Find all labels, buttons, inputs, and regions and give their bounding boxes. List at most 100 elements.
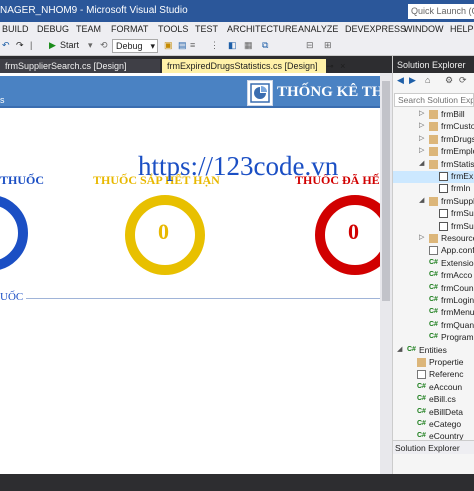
- expanded-arrow-icon[interactable]: ◢: [419, 196, 424, 204]
- tree-item[interactable]: frmSu: [393, 221, 474, 233]
- redo-icon[interactable]: ↷: [16, 40, 24, 51]
- scrollbar-thumb[interactable]: [382, 81, 390, 301]
- tree-item-label: frmSu: [451, 208, 474, 219]
- menu-window[interactable]: WINDOW: [404, 24, 444, 34]
- menu-devexpress[interactable]: DEVEXPRESS: [345, 24, 406, 34]
- layout-icon[interactable]: ◧: [228, 40, 237, 51]
- stat-label-total: THUỐC: [0, 173, 45, 187]
- tree-item[interactable]: ▷ Resource: [393, 233, 474, 245]
- cs-icon: C#: [417, 420, 426, 427]
- tree-item[interactable]: ◢ frmSuppl: [393, 196, 474, 208]
- forward-icon[interactable]: ▶: [409, 75, 416, 86]
- tree-item[interactable]: ◢ frmStatis: [393, 159, 474, 171]
- undo-icon[interactable]: ↶: [2, 40, 10, 51]
- cs-icon: C#: [429, 283, 438, 291]
- tree-item[interactable]: ▷ frmEmplo: [393, 146, 474, 158]
- header-panel[interactable]: s THỐNG KÊ THU: [0, 76, 392, 108]
- menu-help[interactable]: HELP: [450, 24, 474, 34]
- tree-item[interactable]: frmSu: [393, 208, 474, 220]
- tree-item[interactable]: C#Extension: [393, 258, 474, 270]
- tree-item-label: Referenc: [429, 369, 464, 380]
- tab-supplier-search[interactable]: frmSupplierSearch.cs [Design]: [0, 59, 160, 73]
- window-title: NAGER_NHOM9 - Microsoft Visual Studio: [0, 5, 188, 16]
- tab-label: frmExpiredDrugsStatistics.cs [Design]: [167, 61, 318, 71]
- order-icon[interactable]: ⧉: [262, 40, 268, 51]
- menu-format[interactable]: FORMAT: [111, 24, 148, 34]
- tree-item[interactable]: Propertie: [393, 357, 474, 369]
- collapsed-arrow-icon[interactable]: ▷: [419, 121, 424, 129]
- tree-item-label: frmDrugs: [441, 133, 474, 144]
- align-icon[interactable]: ≡: [190, 40, 195, 50]
- tree-item[interactable]: ▷ frmBill: [393, 109, 474, 121]
- stat-ring-total[interactable]: [0, 195, 28, 271]
- menu-team[interactable]: TEAM: [76, 24, 101, 34]
- lock-icon[interactable]: ⊞: [324, 40, 332, 51]
- cs-icon: C#: [429, 258, 438, 266]
- vertical-scrollbar[interactable]: [380, 73, 392, 474]
- tree-item-label: frmCoun: [441, 282, 474, 293]
- menu-architecture[interactable]: ARCHITECTURE: [227, 24, 298, 34]
- menu-tools[interactable]: TOOLS: [158, 24, 188, 34]
- expanded-arrow-icon[interactable]: ◢: [397, 345, 402, 353]
- tree-item[interactable]: C# Program: [393, 332, 474, 344]
- quick-launch-input[interactable]: Quick Launch (C: [408, 4, 474, 19]
- tree-item-label: Entities: [419, 344, 447, 355]
- tree-item[interactable]: ◢ C# Entities: [393, 345, 474, 357]
- spacing-icon[interactable]: ⋮: [210, 40, 219, 51]
- expanded-arrow-icon[interactable]: ◢: [419, 159, 424, 167]
- tree-item[interactable]: frmIn: [393, 183, 474, 195]
- find-icon[interactable]: ▣: [164, 40, 173, 51]
- start-dropdown-icon[interactable]: ▾: [88, 40, 93, 51]
- tree-item-label: frmEx: [451, 171, 474, 181]
- tree-item[interactable]: C# frmAcco: [393, 270, 474, 282]
- tree-item-label: frmEmplo: [441, 146, 474, 157]
- attach-icon[interactable]: ⟲: [100, 40, 108, 51]
- collapsed-arrow-icon[interactable]: ▷: [419, 109, 424, 117]
- folder-icon: [429, 147, 438, 157]
- start-icon[interactable]: ▶: [49, 40, 56, 51]
- tree-item[interactable]: ▷ frmCusto: [393, 121, 474, 133]
- tree-item[interactable]: C# frmMenu: [393, 307, 474, 319]
- menu-build[interactable]: BUILD: [2, 24, 29, 34]
- form-designer-surface[interactable]: s THỐNG KÊ THU THUỐC THUỐC SẮP HẾT HẠN T…: [0, 73, 392, 474]
- solution-tree: ▷ frmBill ▷ frmCusto ▷ frmDrugs ▷ frmEmplo ◢ frmS…: [393, 109, 474, 491]
- settings-icon[interactable]: ⚙: [445, 75, 453, 86]
- tree-item[interactable]: C# frmCoun: [393, 283, 474, 295]
- solution-search-input[interactable]: Search Solution Explor: [394, 93, 474, 107]
- tree-item[interactable]: App.confi: [393, 245, 474, 257]
- header-fragment: s: [0, 95, 5, 105]
- form-icon: [439, 221, 448, 231]
- start-button[interactable]: Start: [60, 40, 79, 50]
- tree-item[interactable]: Referenc: [393, 369, 474, 381]
- pin-icon[interactable]: ⊸: [326, 61, 334, 71]
- tree-item[interactable]: C# frmLogin: [393, 295, 474, 307]
- tree-item[interactable]: C# eBillDeta: [393, 407, 474, 419]
- tab-solution-explorer[interactable]: Solution Explorer: [395, 443, 460, 453]
- menu-analyze[interactable]: ANALYZE: [298, 24, 338, 34]
- back-icon[interactable]: ◀: [397, 75, 404, 86]
- config-select[interactable]: Debug ▾: [112, 39, 158, 53]
- sync-icon[interactable]: ⟳: [459, 75, 467, 86]
- tab-expired-drugs-statistics[interactable]: frmExpiredDrugsStatistics.cs [Design] ⊸ …: [162, 59, 345, 73]
- tree-item-label: frmMenu: [441, 307, 474, 318]
- tree-item[interactable]: ▷ frmDrugs: [393, 134, 474, 146]
- solution-explorer-tabs: Solution Explorer: [393, 440, 474, 454]
- collapsed-arrow-icon[interactable]: ▷: [419, 233, 424, 241]
- tree-item-label: eCatego: [429, 419, 462, 429]
- grid-icon[interactable]: ▦: [244, 40, 253, 51]
- tree-item[interactable]: C# eCatego: [393, 419, 474, 431]
- tab-order-icon[interactable]: ⊟: [306, 40, 314, 51]
- home-icon[interactable]: ⌂: [425, 75, 430, 85]
- menu-debug[interactable]: DEBUG: [37, 24, 69, 34]
- format-icon[interactable]: ▤: [178, 40, 187, 51]
- toolbar: ↶ ↷ | ▶ Start ▾ ⟲ Debug ▾ ▣ ▤ ≡ ⋮ ◧ ▦ ⧉ …: [0, 37, 474, 56]
- tree-item-label: frmAcco: [441, 270, 473, 281]
- tree-item[interactable]: C# eBill.cs: [393, 394, 474, 406]
- tree-item[interactable]: C# eAccoun: [393, 382, 474, 394]
- collapsed-arrow-icon[interactable]: ▷: [419, 146, 424, 154]
- tree-item[interactable]: frmEx: [393, 171, 474, 183]
- close-icon[interactable]: ×: [340, 61, 345, 71]
- collapsed-arrow-icon[interactable]: ▷: [419, 134, 424, 142]
- tree-item[interactable]: C# frmQuan: [393, 320, 474, 332]
- menu-test[interactable]: TEST: [195, 24, 218, 34]
